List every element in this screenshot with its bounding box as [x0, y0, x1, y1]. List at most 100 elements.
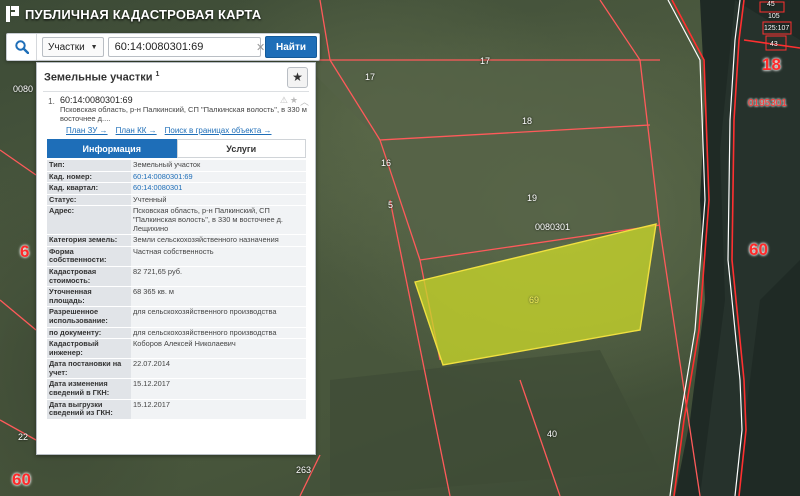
info-label: по документу: — [47, 327, 131, 340]
table-row: Форма собственности: Частная собственност… — [47, 246, 306, 267]
info-table: Тип: Земельный участок Кад. номер: 60:14:00… — [47, 160, 306, 420]
map-label: 0080 — [13, 84, 34, 94]
info-value: Псковская область, р-н Палкинский, СП "П… — [131, 205, 306, 236]
search-input[interactable] — [107, 37, 262, 57]
chevron-down-icon: ▼ — [90, 43, 98, 51]
info-label: Дата выгрузки сведений из ГКН: — [47, 399, 131, 420]
map-label: 17 — [365, 72, 376, 82]
panel-title-text: Земельные участки — [44, 71, 153, 84]
info-value: Учтенный — [131, 194, 306, 207]
info-label: Дата изменения сведений в ГКН: — [47, 378, 131, 400]
info-label: Кад. номер: — [47, 171, 131, 184]
map-label: 45 — [767, 1, 775, 8]
map-label-region: 6 — [20, 242, 30, 261]
info-value: для сельскохозяйственного производства — [131, 327, 306, 340]
info-value: Коборов Алексей Николаевич — [131, 338, 306, 360]
info-label: Кадастровый инженер: — [47, 338, 131, 360]
star-icon[interactable]: ★ — [290, 95, 298, 108]
table-row: Дата изменения сведений в ГКН: 15.12.2017 — [47, 378, 306, 400]
plan-kk-link[interactable]: План КК → — [116, 126, 157, 135]
table-row: Уточненная площадь: 68 365 кв. м — [47, 286, 306, 308]
map-label: 19 — [527, 193, 538, 203]
parcel-label: 69 — [529, 295, 540, 305]
info-value: Частная собственность — [131, 246, 306, 267]
result-count: 1 — [155, 70, 160, 78]
forest-area — [330, 350, 660, 496]
table-row: Дата выгрузки сведений из ГКН: 15.12.2017 — [47, 399, 306, 420]
star-icon: ★ — [292, 70, 303, 84]
search-icon-button[interactable] — [7, 34, 37, 60]
table-row: Кад. квартал: 60:14:0080301 — [47, 182, 306, 195]
app-title: ПУБЛИЧНАЯ КАДАСТРОВАЯ КАРТА — [25, 6, 262, 22]
map-label-region: 18 — [762, 55, 781, 74]
result-index: 1. — [48, 97, 55, 106]
scope-select-value: Участки — [48, 41, 85, 53]
info-label: Уточненная площадь: — [47, 286, 131, 308]
app-header: ПУБЛИЧНАЯ КАДАСТРОВАЯ КАРТА — [0, 0, 330, 28]
map-label: 22 — [18, 432, 29, 442]
info-value-link[interactable]: 60:14:0080301:69 — [131, 171, 306, 184]
table-row: Тип: Земельный участок — [47, 160, 306, 172]
map-label: 5 — [388, 200, 394, 210]
info-label: Разрешенное использование: — [47, 306, 131, 328]
close-icon[interactable]: ✕ — [256, 41, 265, 54]
tab-info[interactable]: Информация — [47, 139, 177, 158]
search-in-bounds-link[interactable]: Поиск в границах объекта → — [165, 126, 272, 135]
map-label: 18 — [522, 116, 533, 126]
panel-tabs: Информация Услуги — [47, 139, 306, 158]
map-label: 17 — [480, 56, 491, 66]
info-value: 15.12.2017 — [131, 399, 306, 420]
search-icon — [14, 40, 29, 54]
table-row: Статус: Учтенный — [47, 194, 306, 207]
info-label: Кад. квартал: — [47, 182, 131, 195]
result-actions: ⚠ ★ ︿ — [280, 95, 309, 108]
panel-title: Земельные участки 1 — [44, 71, 159, 84]
table-row: Кадастровый инженер: Коборов Алексей Нико… — [47, 338, 306, 360]
map-label: 43 — [770, 41, 778, 48]
map-label-region: 60 — [12, 470, 31, 489]
result-links: План ЗУ → План КК → Поиск в границах объ… — [66, 126, 309, 135]
info-value: Земли сельскохозяйственного назначения — [131, 234, 306, 247]
scope-select[interactable]: Участки ▼ — [42, 37, 104, 57]
logo-icon — [6, 6, 19, 22]
info-label: Кадастровая стоимость: — [47, 266, 131, 288]
table-row: Категория земель: Земли сельскохозяйствен… — [47, 234, 306, 247]
result-item[interactable]: 1. 60:14:0080301:69 Псковская область, р… — [43, 91, 309, 135]
info-value: 15.12.2017 — [131, 378, 306, 400]
info-label: Тип: — [47, 160, 131, 172]
map-label: 105 — [768, 13, 780, 20]
favorite-button[interactable]: ★ — [287, 66, 308, 88]
info-label: Категория земель: — [47, 234, 131, 247]
table-row: Кадастровая стоимость: 82 721,65 руб. — [47, 266, 306, 288]
map-label: 16 — [381, 158, 392, 168]
info-value: для сельскохозяйственного производства — [131, 306, 306, 328]
plan-zu-link[interactable]: План ЗУ → — [66, 126, 108, 135]
result-cad-number: 60:14:0080301:69 — [60, 95, 133, 105]
search-bar: Участки ▼ ✕ Найти — [6, 33, 320, 61]
result-address: Псковская область, р-н Палкинский, СП "П… — [60, 105, 307, 123]
results-panel: Земельные участки 1 ★ 1. 60:14:0080301:6… — [36, 62, 316, 455]
find-button[interactable]: Найти — [265, 36, 317, 58]
info-label: Статус: — [47, 194, 131, 207]
info-value: 82 721,65 руб. — [131, 266, 306, 288]
table-row: Дата постановки на учет: 22.07.2014 — [47, 358, 306, 380]
chevron-up-icon[interactable]: ︿ — [300, 95, 309, 108]
table-row: по документу: для сельскохозяйственного п… — [47, 327, 306, 340]
info-value: 68 365 кв. м — [131, 286, 306, 308]
map-label: 125:107 — [764, 25, 790, 32]
warning-icon[interactable]: ⚠ — [280, 95, 288, 108]
table-row: Кад. номер: 60:14:0080301:69 — [47, 171, 306, 184]
info-value-link[interactable]: 60:14:0080301 — [131, 182, 306, 195]
map-label: 40 — [547, 429, 558, 439]
table-row: Адрес: Псковская область, р-н Палкинский,… — [47, 205, 306, 236]
map-label: 263 — [296, 465, 312, 475]
tab-services[interactable]: Услуги — [176, 139, 306, 158]
map-label-quarter: 0080301 — [535, 222, 571, 232]
map-label-quarter: 0195301 — [748, 98, 787, 109]
info-value: Земельный участок — [131, 160, 306, 172]
field-area — [300, 60, 660, 260]
panel-header: Земельные участки 1 ★ — [37, 63, 315, 91]
info-label: Форма собственности: — [47, 246, 131, 267]
map-label-region: 60 — [749, 240, 768, 259]
info-value: 22.07.2014 — [131, 358, 306, 380]
